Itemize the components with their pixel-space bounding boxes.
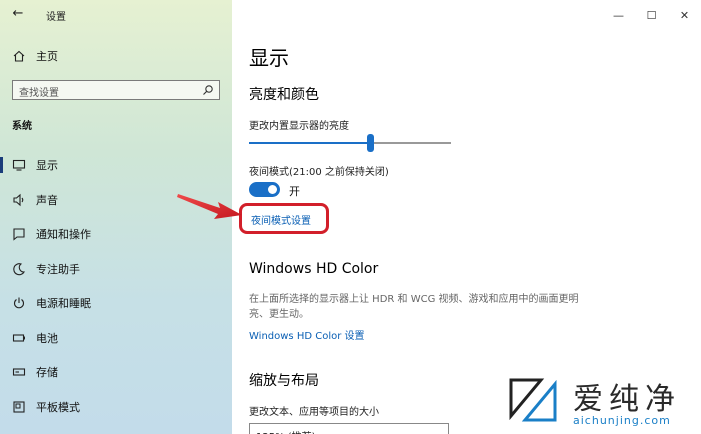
maximize-button[interactable]: ☐ [635,0,668,30]
brightness-slider-fill [249,142,371,144]
window-controls: — ☐ ✕ [602,0,701,30]
page-title: 显示 [249,46,289,70]
title-bar: ← 设置 [0,0,232,30]
night-mode-label: 夜间模式(21:00 之前保持关闭) [249,167,389,178]
sidebar-item-label: 声音 [36,193,58,207]
back-button[interactable]: ← [10,6,26,22]
watermark-domain: aichunjing.com [573,414,671,427]
window-title: 设置 [46,12,66,23]
hdr-description: 在上面所选择的显示器上让 HDR 和 WCG 视频、游戏和应用中的画面更明亮、更… [249,294,579,320]
brightness-slider-track[interactable] [249,142,451,144]
annotation-arrow-icon [177,194,242,219]
watermark: 爱纯净 aichunjing.com [497,368,701,434]
monitor-icon [12,160,26,171]
section-label: 系统 [12,121,32,132]
sidebar-item-tablet-mode[interactable]: 平板模式 [0,390,232,425]
scale-label: 更改文本、应用等项目的大小 [249,407,379,418]
toggle-knob [268,185,277,194]
brightness-slider-thumb[interactable] [367,134,375,152]
minimize-button[interactable]: — [602,0,635,30]
sidebar-item-label: 电池 [36,331,58,345]
notification-icon [13,228,25,241]
sidebar-item-label: 显示 [36,159,58,173]
home-icon [13,50,25,62]
sidebar-item-focus-assist[interactable]: 专注助手 [0,252,232,287]
brightness-section-heading: 亮度和颜色 [249,87,319,103]
search-input[interactable] [13,84,193,103]
sidebar-item-home[interactable]: 主页 [12,47,58,65]
sidebar-item-label: 主页 [36,50,58,63]
maximize-icon: ☐ [646,8,657,22]
battery-icon [12,334,25,342]
power-icon [14,297,24,309]
sidebar-item-label: 通知和操作 [36,228,91,242]
night-mode-state-label: 开 [289,185,300,198]
speaker-icon [13,193,24,206]
highlight-annotation-box [239,203,329,234]
close-icon: ✕ [679,8,690,22]
sidebar-item-label: 存储 [36,366,58,380]
minimize-icon: — [613,8,624,22]
sidebar-item-power-sleep[interactable]: 电源和睡眠 [0,286,232,321]
search-icon[interactable] [202,84,214,96]
scale-dropdown[interactable]: 125% (推荐) [249,423,449,434]
watermark-logo-icon [509,378,557,422]
sidebar-item-display[interactable]: 显示 [0,148,232,183]
sidebar-item-storage[interactable]: 存储 [0,355,232,390]
scale-section-heading: 缩放与布局 [249,373,319,389]
storage-icon [12,368,26,376]
night-mode-toggle[interactable] [249,182,280,197]
sidebar-item-label: 平板模式 [36,400,80,414]
sidebar-item-battery[interactable]: 电池 [0,321,232,356]
hdr-settings-link[interactable]: Windows HD Color 设置 [249,327,365,342]
hdr-section-heading: Windows HD Color [249,261,379,277]
tablet-icon [13,401,25,413]
brightness-label: 更改内置显示器的亮度 [249,121,349,132]
sidebar-item-label: 电源和睡眠 [36,297,91,311]
search-box[interactable] [12,80,220,103]
close-button[interactable]: ✕ [668,0,701,30]
watermark-text: 爱纯净 [573,382,681,417]
back-arrow-icon: ← [12,6,24,21]
sidebar-item-label: 专注助手 [36,262,80,276]
moon-icon [13,262,25,276]
